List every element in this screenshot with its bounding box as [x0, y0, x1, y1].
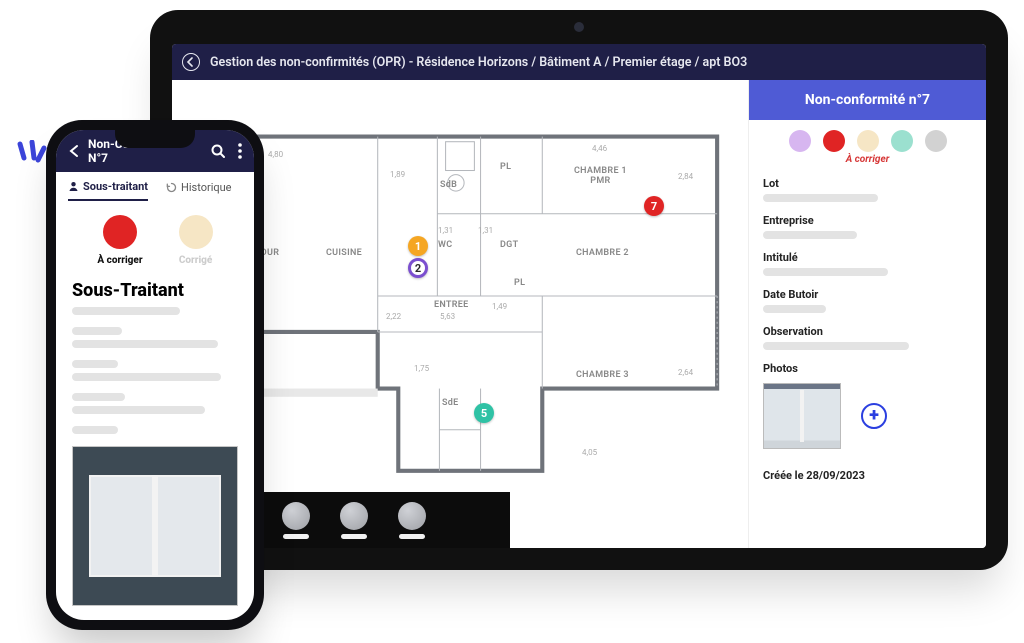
dim-131b: 1,31 [478, 226, 493, 235]
tablet-camera [574, 22, 584, 32]
room-label-chambre3: CHAMBRE 3 [576, 370, 629, 380]
field-label-entreprise: Entreprise [763, 214, 972, 227]
tool-button-1[interactable] [282, 502, 310, 539]
room-label-wc: WC [438, 240, 452, 250]
tab-label: Sous-traitant [83, 180, 148, 193]
status-label-left: À corriger [97, 255, 142, 266]
phone-tabs: Sous-traitant Historique [56, 172, 254, 201]
status-label-right: Corrigé [179, 255, 213, 266]
dim-264: 2,64 [678, 368, 693, 377]
status-dot-1[interactable] [823, 130, 845, 152]
status-corrige[interactable]: Corrigé [179, 215, 213, 266]
status-caption: À corriger [749, 154, 986, 165]
room-label-dgt: DGT [500, 240, 518, 250]
add-photo-button[interactable]: + [861, 403, 887, 429]
side-panel-title: Non-conformité n°7 [749, 80, 986, 120]
room-label-cuisine: CUISINE [326, 248, 362, 258]
field-value-lot [763, 194, 878, 202]
dim-175: 1,75 [414, 364, 429, 373]
history-icon [166, 182, 177, 193]
section-title: Sous-Traitant [56, 270, 254, 307]
field-label-observation: Observation [763, 325, 972, 338]
dim-480: 4,80 [268, 150, 283, 159]
phone-photo[interactable] [72, 446, 238, 606]
status-dot-0[interactable] [789, 130, 811, 152]
side-panel: Non-conformité n°7 À corriger Lot Entrep… [748, 80, 986, 548]
pin-1[interactable]: 1 [408, 236, 428, 256]
field-label-photos: Photos [763, 362, 972, 375]
dim-405: 4,05 [582, 448, 597, 457]
field-value-date-butoir [763, 305, 826, 313]
field-label-intitule: Intitulé [763, 251, 972, 264]
arrow-left-icon[interactable] [68, 144, 82, 158]
back-button[interactable] [182, 53, 200, 71]
dim-563: 5,63 [440, 312, 455, 321]
arrow-left-icon [186, 57, 196, 67]
tablet-screen: Gestion des non-confirmités (OPR) - Rési… [172, 44, 986, 548]
room-label-pl1: PL [500, 162, 511, 172]
tab-sous-traitant[interactable]: Sous-traitant [68, 180, 148, 201]
dim-189: 1,89 [390, 170, 405, 179]
status-dot-4[interactable] [925, 130, 947, 152]
room-label-entree: ENTREE [434, 300, 469, 310]
phone-status-row: À corriger Corrigé [56, 201, 254, 270]
dim-131a: 1,31 [438, 226, 453, 235]
phone-screen: Non-Conformité N°7 Sous-traitant Histori… [56, 130, 254, 620]
field-value-entreprise [763, 231, 857, 239]
room-label-chambre2: CHAMBRE 2 [576, 248, 629, 258]
status-dot-row [749, 120, 986, 154]
field-label-lot: Lot [763, 177, 972, 190]
person-icon [68, 181, 79, 192]
tablet-device: Gestion des non-confirmités (OPR) - Rési… [150, 10, 1008, 570]
tool-button-3[interactable] [398, 502, 426, 539]
more-icon[interactable] [238, 143, 242, 159]
dim-446: 4,46 [592, 144, 607, 153]
dim-284: 2,84 [678, 172, 693, 181]
breadcrumb: Gestion des non-confirmités (OPR) - Rési… [210, 55, 747, 70]
status-dot-red [103, 215, 137, 249]
room-label-pl2: PL [514, 278, 525, 288]
dim-222: 2,22 [386, 312, 401, 321]
pin-2[interactable]: 2 [408, 258, 428, 278]
room-label-sdb: SdB [440, 180, 457, 190]
field-label-date-butoir: Date Butoir [763, 288, 972, 301]
dim-149: 1,49 [492, 302, 507, 311]
search-icon[interactable] [210, 143, 226, 159]
room-label-chambre1: CHAMBRE 1 PMR [574, 166, 627, 186]
field-value-intitule [763, 268, 888, 276]
status-dot-cream [179, 215, 213, 249]
created-date: Créée le 28/09/2023 [749, 455, 986, 496]
status-dot-3[interactable] [891, 130, 913, 152]
tab-label: Historique [181, 181, 232, 194]
room-label-sde: SdE [442, 398, 459, 408]
phone-notch [115, 130, 195, 148]
tool-button-2[interactable] [340, 502, 368, 539]
status-a-corriger[interactable]: À corriger [97, 215, 142, 266]
tab-historique[interactable]: Historique [166, 180, 232, 201]
status-dot-2[interactable] [857, 130, 879, 152]
phone-device: Non-Conformité N°7 Sous-traitant Histori… [46, 120, 264, 630]
field-value-observation [763, 342, 909, 350]
tablet-header: Gestion des non-confirmités (OPR) - Rési… [172, 44, 986, 80]
photo-thumbnail[interactable] [763, 383, 841, 449]
pin-5[interactable]: 5 [474, 403, 494, 423]
pin-7[interactable]: 7 [644, 196, 664, 216]
detail-lines [56, 307, 254, 434]
